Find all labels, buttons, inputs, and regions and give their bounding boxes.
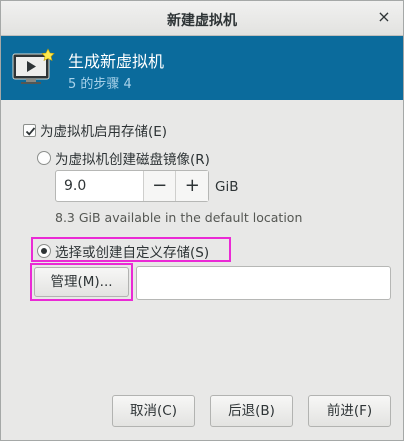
disk-size-spinner[interactable]: 9.0 − + [55, 170, 209, 202]
new-vm-dialog: 新建虚拟机 × 生成新虚拟机 5 的步骤 4 为虚拟机启用存储(E) 为虚拟机创… [0, 0, 404, 441]
create-disk-radio[interactable]: 为虚拟机创建磁盘镜像(R) [37, 148, 210, 168]
increment-button[interactable]: + [175, 171, 209, 201]
title-bar: 新建虚拟机 × [1, 1, 403, 36]
disk-size-unit: GiB [215, 179, 239, 195]
cancel-button[interactable]: 取消(C) [112, 395, 195, 427]
wizard-step-indicator: 5 的步骤 4 [68, 77, 132, 92]
storage-path-field[interactable] [136, 266, 391, 300]
window-title: 新建虚拟机 [167, 13, 237, 29]
close-icon[interactable]: × [377, 9, 391, 25]
disk-size-input[interactable]: 9.0 [56, 171, 143, 201]
create-disk-label: 为虚拟机创建磁盘镜像(R) [55, 152, 210, 168]
checkbox-checked-icon [23, 123, 36, 137]
radio-selected-icon [37, 244, 51, 258]
monitor-play-icon [12, 48, 56, 88]
forward-button[interactable]: 前进(F) [308, 395, 391, 427]
custom-storage-radio[interactable]: 选择或创建自定义存储(S) [37, 241, 209, 261]
wizard-heading: 生成新虚拟机 [68, 52, 165, 71]
wizard-header: 生成新虚拟机 5 的步骤 4 [1, 36, 403, 100]
decrement-button[interactable]: − [142, 171, 176, 201]
back-button[interactable]: 后退(B) [210, 395, 293, 427]
custom-storage-label: 选择或创建自定义存储(S) [55, 245, 210, 261]
available-space-text: 8.3 GiB available in the default locatio… [55, 210, 303, 225]
enable-storage-checkbox[interactable]: 为虚拟机启用存储(E) [23, 120, 167, 140]
manage-button[interactable]: 管理(M)... [34, 267, 129, 297]
radio-unselected-icon [37, 151, 51, 165]
storage-page: 为虚拟机启用存储(E) 为虚拟机创建磁盘镜像(R) 9.0 − + GiB 8.… [1, 100, 403, 440]
enable-storage-label: 为虚拟机启用存储(E) [40, 124, 168, 140]
